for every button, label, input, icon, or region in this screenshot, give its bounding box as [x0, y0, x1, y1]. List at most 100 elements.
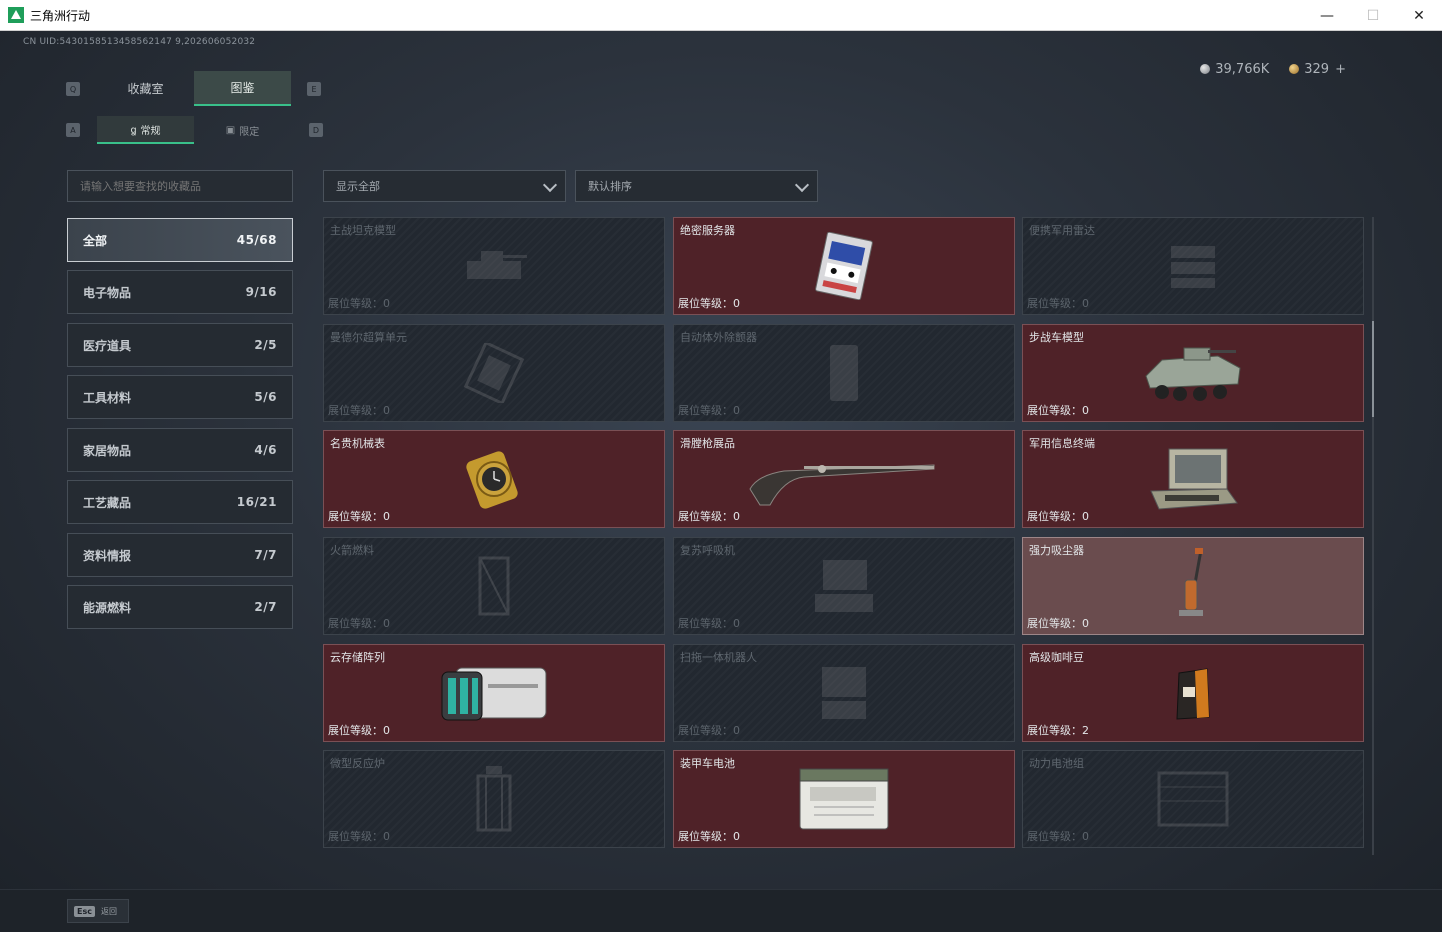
- reactor-silhouette-icon: [476, 766, 512, 832]
- collection-item-vacuum-cleaner[interactable]: 强力吸尘器 展位等级：0: [1022, 537, 1364, 635]
- category-household[interactable]: 家居物品 4/6: [67, 428, 293, 472]
- collection-item-military-terminal[interactable]: 军用信息终端 展位等级：0: [1022, 430, 1364, 528]
- defibrillator-silhouette-icon: [830, 345, 858, 401]
- item-level: 展位等级：0: [1027, 828, 1089, 844]
- item-name: 主战坦克模型: [330, 224, 396, 237]
- filter-show-dropdown[interactable]: 显示全部: [323, 170, 566, 202]
- item-name: 便携军用雷达: [1029, 224, 1095, 237]
- collection-item-luxury-watch[interactable]: 名贵机械表 展位等级：0: [323, 430, 665, 528]
- category-medical[interactable]: 医疗道具 2/5: [67, 323, 293, 367]
- item-level-prefix: 展位等级：: [1027, 404, 1082, 417]
- item-name: 滑膛枪展品: [680, 437, 735, 450]
- category-label: 工具材料: [83, 390, 132, 405]
- collection-item-ventilator[interactable]: 复苏呼吸机 展位等级：0: [673, 537, 1015, 635]
- sort-dropdown[interactable]: 默认排序: [575, 170, 818, 202]
- collection-item-rocket-fuel[interactable]: 火箭燃料 展位等级：0: [323, 537, 665, 635]
- collection-item-mandel-supercomputer[interactable]: 曼德尔超算单元 展位等级：0: [323, 324, 665, 422]
- currency-display: 39,766K 329 +: [1200, 62, 1346, 77]
- maximize-button[interactable]: ☐: [1350, 0, 1396, 31]
- search-input[interactable]: [67, 170, 293, 202]
- item-level: 展位等级：0: [1027, 402, 1089, 418]
- item-level-prefix: 展位等级：: [678, 404, 733, 417]
- keyhint-prev-tab: Q: [66, 82, 80, 96]
- grid-scrollbar-thumb[interactable]: [1372, 321, 1374, 417]
- keyhint-prev-subtab: A: [66, 123, 80, 137]
- robot-silhouette-icon: [822, 667, 866, 719]
- item-level-value: 0: [1082, 830, 1089, 843]
- item-level-prefix: 展位等级：: [678, 724, 733, 737]
- collection-item-ifv-model[interactable]: 步战车模型 展位等级：0: [1022, 324, 1364, 422]
- close-button[interactable]: ✕: [1396, 0, 1442, 31]
- ifv-model-icon: [1145, 347, 1241, 401]
- item-name: 强力吸尘器: [1029, 544, 1084, 557]
- esc-key-badge: Esc: [74, 905, 95, 917]
- game-viewport: CN UID:5430158513458562147 9,20260605203…: [0, 31, 1442, 932]
- subtab-limited[interactable]: ▣ 限定: [194, 116, 291, 144]
- item-level-value: 0: [383, 510, 390, 523]
- item-level: 展位等级：0: [678, 295, 740, 311]
- item-level-prefix: 展位等级：: [328, 297, 383, 310]
- item-level-value: 2: [1082, 724, 1089, 737]
- item-level-prefix: 展位等级：: [678, 297, 733, 310]
- collection-item-power-battery-pack[interactable]: 动力电池组 展位等级：0: [1022, 750, 1364, 848]
- item-level-value: 0: [733, 830, 740, 843]
- musket-icon: [749, 464, 935, 506]
- tab-collection-room[interactable]: 收藏室: [97, 71, 194, 106]
- coffee-bag-icon: [1176, 668, 1210, 720]
- item-level: 展位等级：0: [328, 615, 390, 631]
- item-level: 展位等级：0: [678, 828, 740, 844]
- collection-item-premium-coffee-beans[interactable]: 高级咖啡豆 展位等级：2: [1022, 644, 1364, 742]
- collection-item-micro-reactor[interactable]: 微型反应炉 展位等级：0: [323, 750, 665, 848]
- category-label: 能源燃料: [83, 600, 132, 615]
- category-count: 45/68: [236, 233, 277, 247]
- fuel-canister-silhouette-icon: [478, 556, 510, 616]
- keyhint-next-tab: E: [307, 82, 321, 96]
- collection-item-mop-robot[interactable]: 扫拖一体机器人 展位等级：0: [673, 644, 1015, 742]
- vacuum-cleaner-icon: [1179, 548, 1203, 616]
- back-button[interactable]: Esc 返回: [67, 899, 129, 923]
- subtab-regular[interactable]: ꬶ 常规: [97, 116, 194, 144]
- category-tools[interactable]: 工具材料 5/6: [67, 375, 293, 419]
- item-level-prefix: 展位等级：: [1027, 510, 1082, 523]
- item-name: 动力电池组: [1029, 757, 1084, 770]
- category-count: 16/21: [236, 495, 277, 509]
- category-energy[interactable]: 能源燃料 2/7: [67, 585, 293, 629]
- tab-catalog[interactable]: 图鉴: [194, 71, 291, 106]
- uid-label: CN UID:5430158513458562147 9,20260605203…: [23, 37, 256, 47]
- silver-currency: 39,766K: [1200, 62, 1269, 77]
- filter-show-label: 显示全部: [336, 180, 380, 193]
- collection-item-armored-vehicle-battery[interactable]: 装甲车电池 展位等级：0: [673, 750, 1015, 848]
- collection-item-portable-radar[interactable]: 便携军用雷达 展位等级：0: [1022, 217, 1364, 315]
- back-label: 返回: [100, 906, 117, 916]
- item-level-prefix: 展位等级：: [1027, 830, 1082, 843]
- keyhint-next-subtab: D: [309, 123, 323, 137]
- item-level: 展位等级：0: [1027, 295, 1089, 311]
- collection-item-top-secret-server[interactable]: 绝密服务器 展位等级：0: [673, 217, 1015, 315]
- category-electronics[interactable]: 电子物品 9/16: [67, 270, 293, 314]
- collection-item-musket-exhibit[interactable]: 滑膛枪展品 展位等级：0: [673, 430, 1015, 528]
- item-level-prefix: 展位等级：: [328, 404, 383, 417]
- server-icon: [815, 232, 873, 300]
- category-intel[interactable]: 资料情报 7/7: [67, 533, 293, 577]
- item-level: 展位等级：0: [678, 508, 740, 524]
- collection-item-main-battle-tank-model[interactable]: 主战坦克模型 展位等级：0: [323, 217, 665, 315]
- item-name: 名贵机械表: [330, 437, 385, 450]
- collection-item-defibrillator[interactable]: 自动体外除颤器 展位等级：0: [673, 324, 1015, 422]
- item-name: 火箭燃料: [330, 544, 374, 557]
- item-level-value: 0: [383, 724, 390, 737]
- category-count: 2/5: [254, 338, 277, 352]
- category-crafts[interactable]: 工艺藏品 16/21: [67, 480, 293, 524]
- app-logo-icon: [8, 7, 24, 23]
- item-name: 自动体外除颤器: [680, 331, 757, 344]
- item-level-prefix: 展位等级：: [678, 617, 733, 630]
- sub-tabs: ꬶ 常规 ▣ 限定: [97, 116, 291, 144]
- collection-item-cloud-storage-array[interactable]: 云存储阵列 展位等级：0: [323, 644, 665, 742]
- item-level-value: 0: [383, 297, 390, 310]
- minimize-button[interactable]: —: [1304, 0, 1350, 31]
- item-level: 展位等级：0: [678, 402, 740, 418]
- radar-silhouette-icon: [1171, 246, 1215, 288]
- grid-scrollbar[interactable]: [1372, 217, 1374, 855]
- add-currency-button[interactable]: +: [1335, 62, 1346, 77]
- category-all[interactable]: 全部 45/68: [67, 218, 293, 262]
- category-label: 电子物品: [83, 285, 132, 300]
